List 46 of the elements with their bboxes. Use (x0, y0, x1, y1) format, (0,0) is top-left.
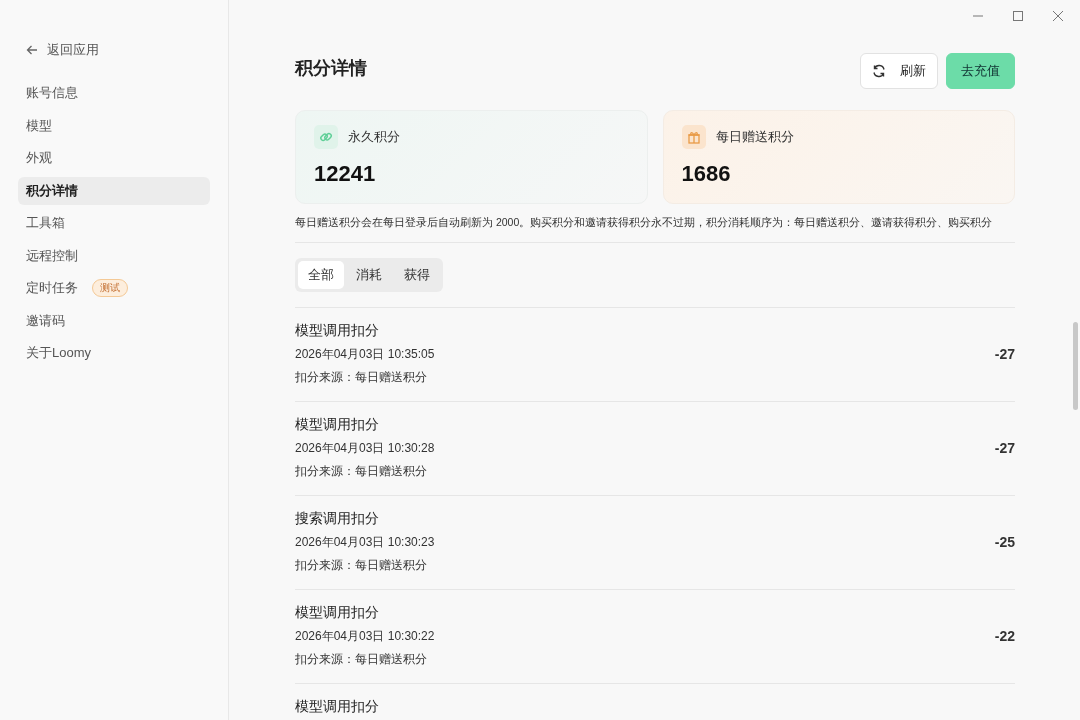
points-note: 每日赠送积分会在每日登录后自动刷新为 2000。购买积分和邀请获得积分永不过期，积分消耗顺序为：每日赠送积分、邀请获得积分、购买积分 (295, 216, 994, 230)
record-source: 扣分来源：每日赠送积分 (295, 368, 428, 386)
maximize-icon[interactable] (1012, 10, 1024, 22)
link-icon (319, 130, 333, 144)
sidebar-item[interactable]: 模型 (18, 111, 210, 140)
sidebar-item[interactable]: 工具箱 (18, 209, 210, 237)
sidebar-item[interactable]: 远程控制 (18, 241, 210, 270)
refresh-button[interactable]: 刷新 (860, 53, 938, 89)
record-amount: -27 (994, 439, 1015, 456)
sidebar-item[interactable]: 邀请码 (18, 306, 210, 335)
page-title: 积分详情 (295, 57, 367, 80)
sidebar-item[interactable]: 积分详情 (18, 176, 210, 205)
record-time: 2026年04月03日 10:30:28 (295, 439, 435, 457)
record-time: 2026年04月03日 10:30:23 (295, 533, 435, 551)
card-label: 永久积分 (348, 128, 400, 146)
back-arrow-icon (26, 44, 38, 56)
filter-tab[interactable]: 获得 (394, 261, 440, 289)
record-source: 扣分来源：每日赠送积分 (295, 556, 428, 574)
record-time: 2026年04月03日 10:30:22 (295, 627, 435, 645)
sidebar-item[interactable]: 定时任务 测试 (18, 274, 210, 302)
card-label: 每日赠送积分 (715, 128, 794, 146)
record-title: 模型调用扣分 (295, 603, 380, 622)
back-link[interactable]: 返回应用 (18, 40, 210, 60)
gift-icon (686, 130, 701, 144)
refresh-icon (872, 64, 886, 78)
scrollbar-thumb[interactable] (1073, 322, 1078, 410)
filter-tab[interactable]: 全部 (298, 261, 344, 289)
close-icon[interactable] (1052, 10, 1064, 22)
record-title: 模型调用扣分 (295, 415, 380, 434)
record-amount: -22 (994, 627, 1015, 644)
recharge-button[interactable]: 去充值 (946, 53, 1015, 89)
record-title: 搜索调用扣分 (295, 509, 380, 528)
record-time: 2026年04月03日 10:35:05 (295, 345, 435, 363)
sidebar-item[interactable]: 账号信息 (18, 79, 210, 107)
beta-badge: 测试 (92, 279, 128, 297)
sidebar-item[interactable]: 关于Loomy (18, 339, 210, 367)
record-title: 模型调用扣分 (295, 321, 380, 340)
filter-tab[interactable]: 消耗 (346, 261, 392, 289)
points-value: 12241 (314, 161, 377, 187)
points-value: 1686 (681, 161, 732, 187)
record-source: 扣分来源：每日赠送积分 (295, 650, 428, 668)
record-title: 模型调用扣分 (295, 698, 379, 716)
sidebar-item[interactable]: 外观 (18, 144, 210, 172)
record-amount: -27 (994, 345, 1015, 362)
record-source: 扣分来源：每日赠送积分 (295, 462, 428, 480)
record-amount: -25 (994, 533, 1015, 550)
